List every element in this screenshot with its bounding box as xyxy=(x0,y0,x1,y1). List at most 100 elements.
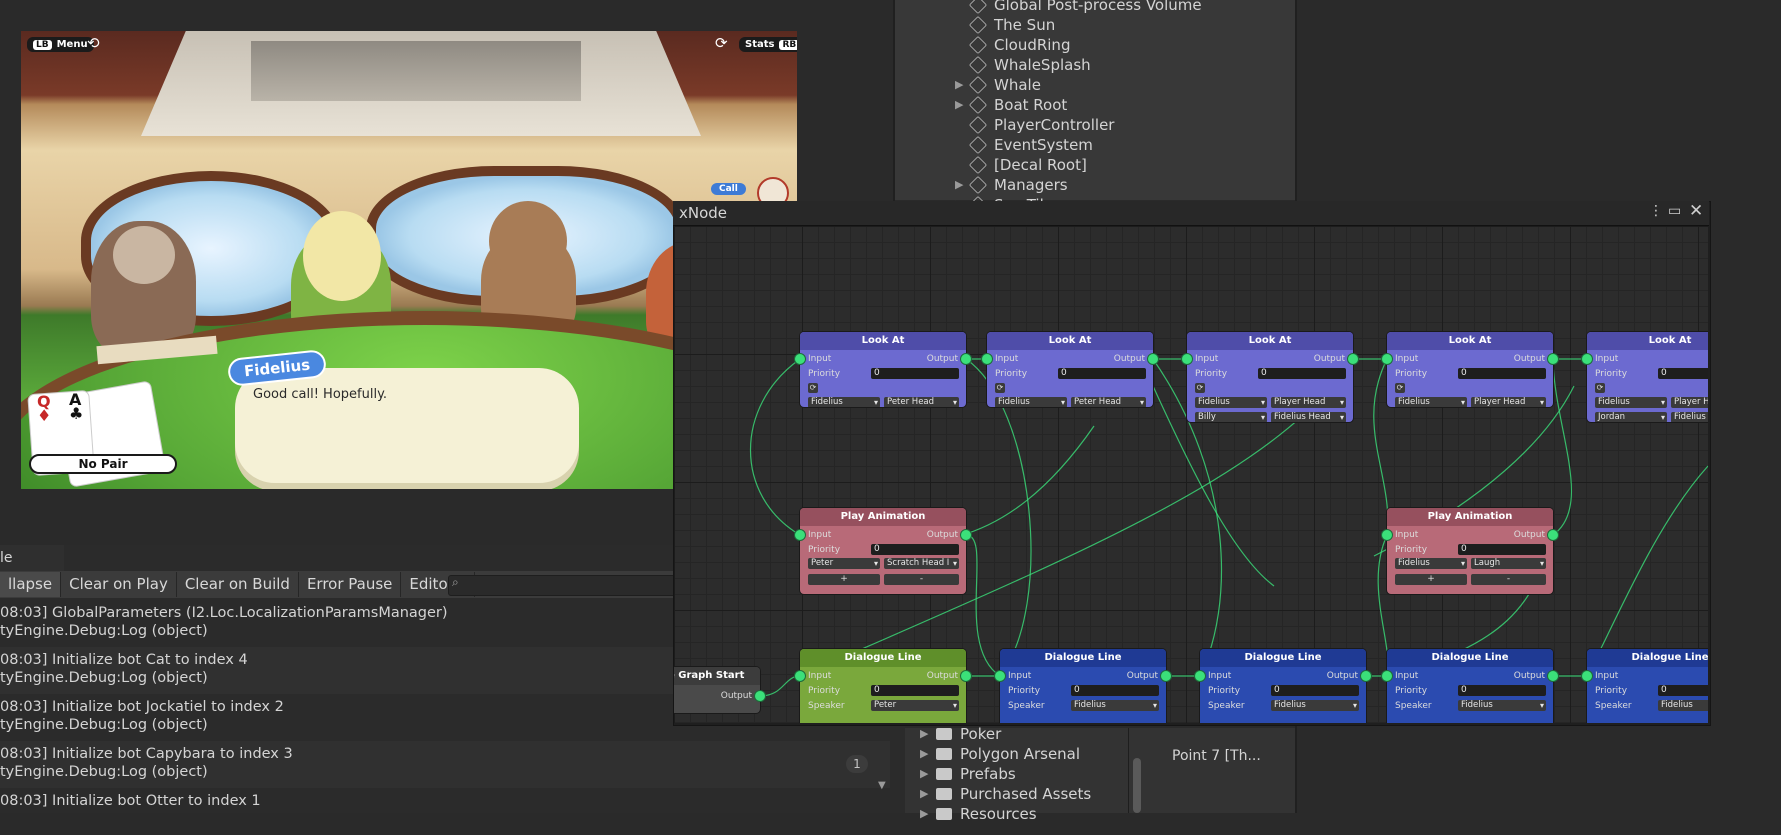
expand-arrow-icon[interactable]: ▶ xyxy=(955,78,963,91)
speaker-dropdown[interactable]: Fidelius xyxy=(1458,700,1546,711)
hierarchy-item[interactable]: [Decal Root] xyxy=(968,155,1087,175)
dialogue-line-node[interactable]: Dialogue LineInputOutputPriority0Speaker… xyxy=(1000,649,1166,723)
target-dropdown[interactable]: Player Head xyxy=(1271,397,1346,408)
look-at-node[interactable]: Look AtInputOutputPriority0⟳FideliusPlay… xyxy=(1187,332,1353,422)
refresh-icon[interactable]: ⟳ xyxy=(1195,383,1205,393)
more-options-icon[interactable]: ⋮ xyxy=(1649,203,1663,219)
console-search-input[interactable] xyxy=(448,575,680,596)
input-port[interactable] xyxy=(1382,354,1392,364)
target-dropdown[interactable]: Fidelius Head xyxy=(1271,412,1346,422)
priority-field[interactable]: 0 xyxy=(1658,368,1708,379)
character-dropdown[interactable]: Fidelius xyxy=(1395,558,1467,569)
console-log-entry[interactable]: 08:03] Initialize bot Otter to index 1 xyxy=(0,788,890,835)
node-graph-canvas[interactable]: e Graph Start Output Look At Input Output Pri… xyxy=(674,226,1708,723)
hierarchy-item[interactable]: Global Post-process Volume xyxy=(968,0,1202,15)
hierarchy-item[interactable]: PlayerController xyxy=(968,115,1114,135)
input-port[interactable] xyxy=(982,354,992,364)
expand-arrow-icon[interactable]: ▶ xyxy=(955,178,963,191)
target-dropdown[interactable]: Peter Head xyxy=(1071,397,1146,407)
error-pause-toggle[interactable]: Error Pause xyxy=(299,572,402,597)
project-folder[interactable]: Poker xyxy=(936,724,1001,744)
input-port[interactable] xyxy=(795,354,805,364)
hierarchy-item[interactable]: Boat Root xyxy=(968,95,1067,115)
input-port[interactable] xyxy=(795,671,805,681)
dialogue-line-node[interactable]: Dialogue LineInputOutputPriority0Speaker… xyxy=(1387,649,1553,723)
expand-arrow-icon[interactable]: ▶ xyxy=(920,727,928,740)
output-port[interactable] xyxy=(1348,354,1358,364)
refresh-icon[interactable]: ⟳ xyxy=(1595,383,1605,393)
look-at-node[interactable]: Look At Input Output Priority 0 ⟳ Fidelius Pete… xyxy=(987,332,1153,407)
expand-arrow-icon[interactable]: ▶ xyxy=(920,747,928,760)
input-port[interactable] xyxy=(995,671,1005,681)
refresh-icon[interactable]: ⟳ xyxy=(808,383,818,393)
remove-row-button[interactable]: - xyxy=(1471,574,1546,585)
priority-field[interactable]: 0 xyxy=(1271,685,1359,696)
play-animation-node[interactable]: Play Animation Input Output Priority 0 Fideli… xyxy=(1387,508,1553,594)
dialogue-line-node[interactable]: Dialogue LineInputOutputPriority0Speaker… xyxy=(1587,649,1708,723)
animation-dropdown[interactable]: Scratch Head I xyxy=(884,558,959,569)
input-port[interactable] xyxy=(1382,530,1392,540)
look-at-node[interactable]: Look At Input Output Priority 0 ⟳ Fidelius Pete… xyxy=(800,332,966,407)
target-dropdown[interactable]: Player Head xyxy=(1471,397,1546,407)
priority-field[interactable]: 0 xyxy=(871,368,959,379)
output-port[interactable] xyxy=(1361,671,1371,681)
output-port[interactable] xyxy=(961,530,971,540)
expand-arrow-icon[interactable]: ▶ xyxy=(920,787,928,800)
hierarchy-item[interactable]: The Sun xyxy=(968,15,1055,35)
priority-field[interactable]: 0 xyxy=(871,685,959,696)
rotate-left-icon[interactable]: ⟲ xyxy=(87,34,100,52)
collapse-toggle[interactable]: llapse xyxy=(0,572,62,597)
dialogue-line-node[interactable]: Dialogue LineInputOutputPriority0Speaker… xyxy=(1200,649,1366,723)
close-icon[interactable]: ✕ xyxy=(1689,201,1703,221)
speaker-dropdown[interactable]: Fidelius xyxy=(1658,700,1708,711)
target-dropdown[interactable]: Peter Head xyxy=(884,397,959,407)
output-port[interactable] xyxy=(961,671,971,681)
input-port[interactable] xyxy=(795,530,805,540)
character-dropdown[interactable]: Billy xyxy=(1195,412,1267,422)
hierarchy-item[interactable]: WhaleSplash xyxy=(968,55,1091,75)
priority-field[interactable]: 0 xyxy=(1458,685,1546,696)
expand-arrow-icon[interactable]: ▶ xyxy=(955,98,963,111)
project-folder[interactable]: Purchased Assets xyxy=(936,784,1091,804)
priority-field[interactable]: 0 xyxy=(1071,685,1159,696)
hierarchy-item[interactable]: Managers xyxy=(968,175,1068,195)
play-animation-node[interactable]: Play Animation Input Output Priority 0 Peter S… xyxy=(800,508,966,594)
target-dropdown[interactable]: Fidelius xyxy=(1671,412,1708,422)
priority-field[interactable]: 0 xyxy=(1458,544,1546,555)
priority-field[interactable]: 0 xyxy=(1258,368,1346,379)
character-dropdown[interactable]: Fidelius xyxy=(1395,397,1467,407)
input-port[interactable] xyxy=(1582,354,1592,364)
speaker-dropdown[interactable]: Fidelius xyxy=(1071,700,1159,711)
character-dropdown[interactable]: Jordan xyxy=(1595,412,1667,422)
look-at-node[interactable]: Look AtInputOutputPriority0⟳FideliusPlay… xyxy=(1387,332,1553,407)
hierarchy-item[interactable]: EventSystem xyxy=(968,135,1093,155)
output-port[interactable] xyxy=(1548,530,1558,540)
console-tab[interactable]: le xyxy=(0,545,64,571)
output-port[interactable] xyxy=(1548,671,1558,681)
priority-field[interactable]: 0 xyxy=(1058,368,1146,379)
project-folder[interactable]: Resources xyxy=(936,804,1037,824)
output-port[interactable] xyxy=(755,691,765,701)
input-port[interactable] xyxy=(1582,671,1592,681)
asset-label[interactable]: Point 7 [Th... xyxy=(1172,748,1261,764)
refresh-icon[interactable]: ⟳ xyxy=(1395,383,1405,393)
speaker-dropdown[interactable]: Fidelius xyxy=(1271,700,1359,711)
input-port[interactable] xyxy=(1195,671,1205,681)
output-port[interactable] xyxy=(1148,354,1158,364)
character-dropdown[interactable]: Peter xyxy=(808,558,880,569)
target-dropdown[interactable]: Player H xyxy=(1671,397,1708,408)
look-at-node[interactable]: Look AtInputOutputPriority0⟳FideliusPlay… xyxy=(1587,332,1708,422)
character-dropdown[interactable]: Fidelius xyxy=(995,397,1067,407)
maximize-icon[interactable]: ▭ xyxy=(1668,203,1681,219)
character-dropdown[interactable]: Fidelius xyxy=(1195,397,1267,408)
priority-field[interactable]: 0 xyxy=(1458,368,1546,379)
xnode-titlebar[interactable] xyxy=(673,201,1709,226)
xnode-tab-title[interactable]: xNode xyxy=(679,204,727,222)
graph-start-node[interactable]: e Graph Start Output xyxy=(674,667,760,713)
clear-on-play-toggle[interactable]: Clear on Play xyxy=(61,572,177,597)
animation-dropdown[interactable]: Laugh xyxy=(1471,558,1546,569)
rotate-right-icon[interactable]: ⟳ xyxy=(715,34,728,52)
output-port[interactable] xyxy=(1548,354,1558,364)
stats-button[interactable]: Stats RB xyxy=(739,37,797,52)
menu-button[interactable]: LB Menu xyxy=(27,37,94,52)
